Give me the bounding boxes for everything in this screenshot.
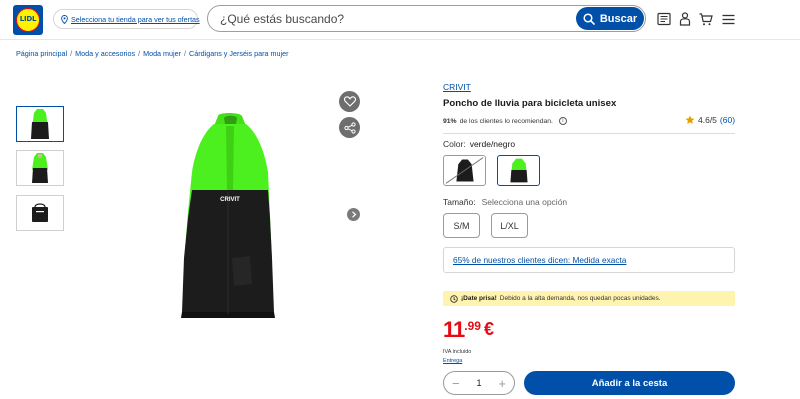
search-input[interactable]: ¿Qué estás buscando? [220, 12, 344, 26]
store-link-label: Selecciona tu tienda para ver tus oferta… [71, 14, 200, 24]
color-label: Color: verde/negro [443, 139, 516, 149]
user-account-icon[interactable] [677, 11, 693, 27]
recommend-percentage: 91% [443, 117, 457, 125]
breadcrumb-item[interactable]: Moda mujer [143, 49, 181, 58]
breadcrumb-item[interactable]: Moda y accesorios [75, 49, 135, 58]
color-swatch-green-black[interactable] [497, 155, 540, 186]
delivery-link[interactable]: Entrega [443, 358, 462, 364]
quantity-stepper[interactable]: − 1 + [443, 371, 515, 395]
thumbnail-3[interactable] [16, 195, 64, 231]
chevron-right-icon [351, 211, 356, 218]
clock-icon [450, 294, 458, 303]
breadcrumb-item[interactable]: Cárdigans y Jerséis para mujer [189, 49, 288, 58]
increase-quantity-button[interactable]: + [498, 377, 506, 390]
quantity-value[interactable]: 1 [476, 378, 481, 388]
breadcrumb-item[interactable]: Página principal [16, 49, 67, 58]
price-integer: 11 [443, 317, 465, 342]
price-decimal: .99 [464, 319, 481, 333]
search-button[interactable]: Buscar [576, 7, 644, 30]
product-brand-link[interactable]: CRIVIT [443, 82, 471, 92]
rating-value: 4.6/5 [698, 115, 717, 125]
product-rating[interactable]: 4.6/5 (60) [685, 115, 735, 125]
fit-feedback-box: 65% de nuestros clientes dicen: Medida e… [443, 247, 735, 273]
color-value: verde/negro [469, 139, 516, 149]
size-option-l-xl[interactable]: L/XL [491, 213, 528, 238]
logo-text: LIDL [19, 15, 37, 23]
low-stock-title: ¡Date prisa! [461, 295, 497, 302]
price-currency: € [483, 319, 494, 339]
product-print-brand: CRIVIT [220, 197, 240, 203]
recommendation-info: 91% de los clientes lo recomiendan. i [443, 117, 567, 125]
search-icon [583, 12, 595, 25]
star-icon [685, 115, 695, 124]
size-option-s-m[interactable]: S/M [443, 213, 480, 238]
wishlist-button[interactable] [339, 91, 360, 112]
site-header: LIDL Selecciona tu tienda para ver tus o… [0, 0, 800, 40]
vat-note: IVA incluido [443, 349, 472, 355]
leaflet-icon[interactable] [656, 11, 672, 27]
select-store-link[interactable]: Selecciona tu tienda para ver tus oferta… [53, 9, 200, 29]
lidl-logo[interactable]: LIDL [13, 5, 43, 35]
product-title: Poncho de lluvia para bicicleta unisex [443, 98, 617, 109]
thumbnail-1[interactable] [16, 106, 64, 142]
heart-icon [343, 96, 356, 107]
low-stock-text: Debido a la alta demanda, nos quedan poc… [499, 295, 661, 302]
breadcrumb: Página principal / Moda y accesorios / Moda … [16, 49, 289, 58]
rating-count[interactable]: (60) [720, 115, 735, 125]
color-swatch-black[interactable] [443, 155, 486, 186]
size-hint: Selecciona una opción [481, 197, 568, 207]
info-icon[interactable]: i [558, 117, 567, 125]
size-label: Tamaño: Selecciona una opción [443, 197, 568, 207]
recommend-text: de los clientes lo recomiendan. [459, 117, 553, 125]
menu-icon[interactable] [720, 11, 736, 27]
search-bar[interactable]: ¿Qué estás buscando? Buscar [207, 5, 646, 32]
cart-icon[interactable] [698, 11, 714, 27]
product-main-image[interactable]: CRIVIT [170, 108, 290, 320]
low-stock-banner: ¡Date prisa! Debido a la alta demanda, n… [443, 291, 735, 306]
search-button-label: Buscar [599, 12, 638, 25]
thumbnail-2[interactable] [16, 150, 64, 186]
share-button[interactable] [339, 117, 360, 138]
location-pin-icon [61, 14, 68, 24]
decrease-quantity-button[interactable]: − [452, 377, 460, 390]
product-price: 11.99 € [443, 318, 494, 342]
share-icon [343, 121, 356, 134]
divider [443, 133, 735, 134]
next-image-button[interactable] [347, 208, 360, 221]
add-to-cart-button[interactable]: Añadir a la cesta [524, 371, 735, 395]
fit-feedback-link[interactable]: 65% de nuestros clientes dicen: Medida e… [453, 255, 626, 265]
